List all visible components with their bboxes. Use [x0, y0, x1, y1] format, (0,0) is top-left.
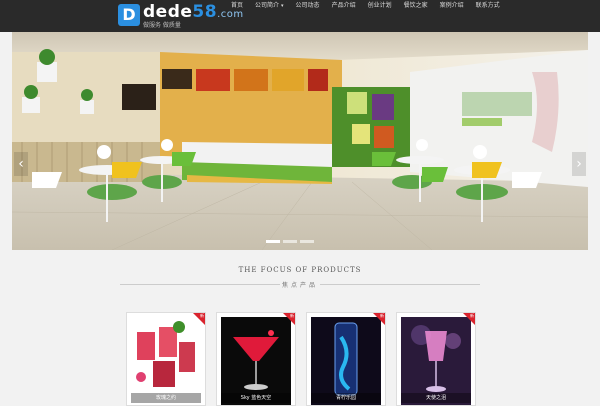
product-caption: Sky 蓝色天空	[221, 393, 291, 403]
nav-item-label: 餐饮之家	[403, 2, 428, 9]
nav-item-label: 公司简介	[255, 2, 280, 9]
product-list: 玫瑰之约 新 Sky 蓝色天空 新 青柠乐园 新 天使之泪 新	[126, 312, 476, 406]
nav-item-label: 首页	[231, 2, 244, 9]
slider-dot[interactable]	[266, 240, 280, 243]
nav-item[interactable]: 餐饮之家	[398, 0, 434, 32]
nav-item[interactable]: 案例介绍	[434, 0, 470, 32]
nav-item-label: 公司动态	[295, 2, 320, 9]
section-subtitle: 焦点产品	[281, 282, 318, 289]
product-card[interactable]: Sky 蓝色天空 新	[216, 312, 296, 406]
nav-item[interactable]: 联系方式	[470, 0, 506, 32]
product-card[interactable]: 天使之泪 新	[396, 312, 476, 406]
new-badge-label: 新	[290, 313, 294, 318]
nav-item[interactable]: 公司简介 ▾	[249, 0, 290, 32]
chevron-down-icon: ▾	[281, 3, 284, 9]
site-logo[interactable]: D dede58.com 做服务 做质量	[118, 2, 243, 29]
nav-item[interactable]: 创业计划	[362, 0, 398, 32]
nav-item[interactable]: 公司动态	[290, 0, 326, 32]
slider-dot[interactable]	[300, 240, 314, 243]
product-image	[311, 317, 381, 405]
new-badge-label: 新	[470, 313, 474, 318]
divider-right	[320, 284, 480, 285]
nav-item-label: 联系方式	[475, 2, 500, 9]
logo-tagline: 做服务 做质量	[143, 22, 181, 29]
nav-item[interactable]: 产品介绍	[326, 0, 362, 32]
product-caption: 天使之泪	[401, 393, 471, 403]
restaurant-interior-image	[12, 32, 588, 250]
nav-item-label: 产品介绍	[331, 2, 356, 9]
product-image	[401, 317, 471, 405]
logo-name: dede	[143, 2, 193, 22]
product-image	[131, 317, 201, 405]
slider-dots	[266, 240, 314, 243]
product-caption: 青柠乐园	[311, 393, 381, 403]
section-title: THE FOCUS OF PRODUCTS	[238, 266, 362, 274]
hero-banner: ‹ ›	[12, 32, 588, 250]
product-card[interactable]: 青柠乐园 新	[306, 312, 386, 406]
product-card[interactable]: 玫瑰之约 新	[126, 312, 206, 406]
nav-item[interactable]: 首页	[225, 0, 249, 32]
new-badge-label: 新	[380, 313, 384, 318]
nav-item-label: 创业计划	[367, 2, 392, 9]
main-nav: 首页 公司简介 ▾ 公司动态 产品介绍 创业计划 餐饮之家 案例介绍 联系方式	[225, 0, 506, 32]
nav-item-label: 案例介绍	[439, 2, 464, 9]
product-image	[221, 317, 291, 405]
logo-number: 58	[192, 2, 218, 22]
slider-next-button[interactable]: ›	[572, 152, 586, 176]
slider-dot[interactable]	[283, 240, 297, 243]
new-badge-label: 新	[200, 313, 204, 318]
slider-prev-button[interactable]: ‹	[14, 152, 28, 176]
site-header: D dede58.com 做服务 做质量 首页 公司简介 ▾ 公司动态 产品介绍 创业计划…	[0, 0, 600, 32]
logo-mark-icon: D	[118, 4, 140, 26]
product-caption: 玫瑰之约	[131, 393, 201, 403]
